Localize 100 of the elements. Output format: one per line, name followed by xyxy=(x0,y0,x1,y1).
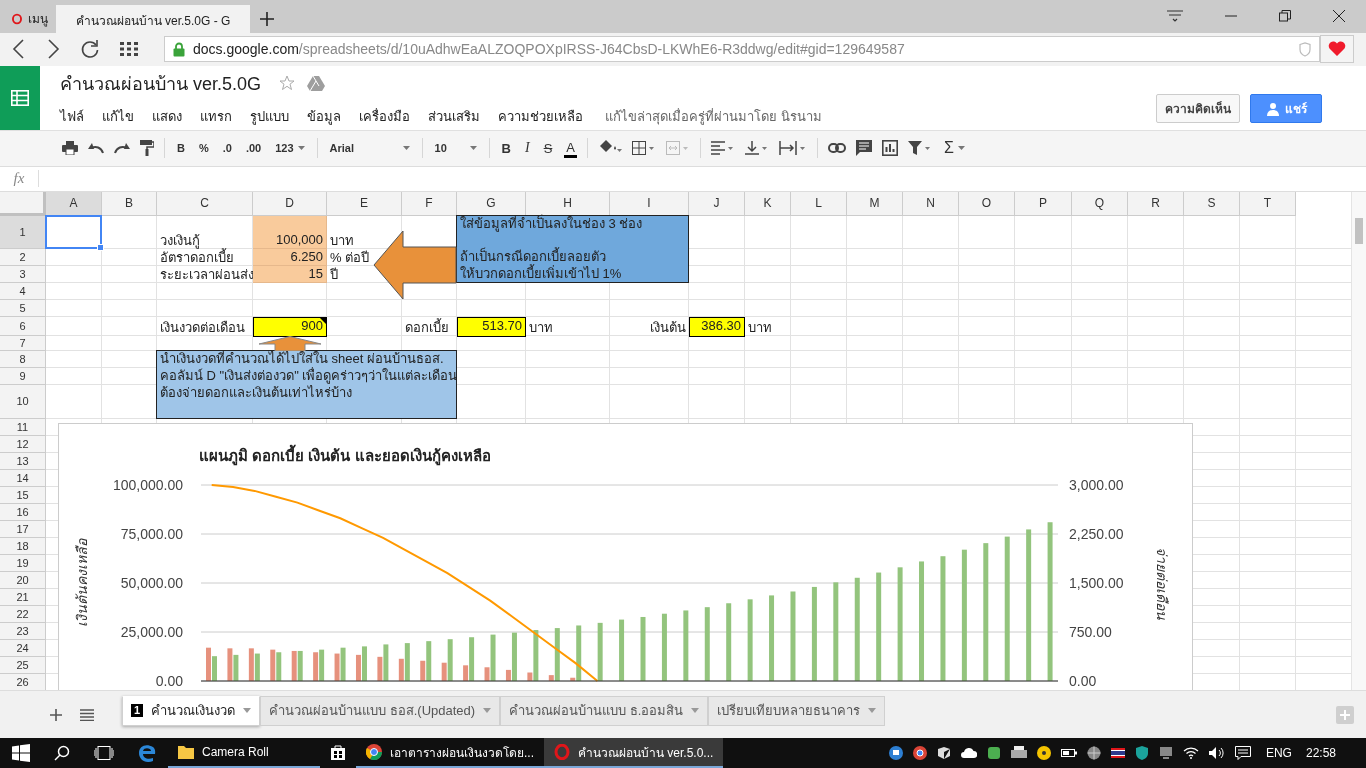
font-dropdown[interactable]: Arial xyxy=(327,140,412,157)
borders-icon[interactable] xyxy=(632,141,656,156)
column-header[interactable]: O xyxy=(959,191,1015,216)
restore-icon[interactable] xyxy=(1279,10,1291,23)
column-header[interactable]: F xyxy=(402,191,457,216)
text-style-button[interactable]: S xyxy=(541,138,555,158)
sheet-list-icon[interactable] xyxy=(80,708,94,721)
address-field[interactable]: docs.google.com/spreadsheets/d/10uAdhwEaALZOQPOXpIRSS-J64CbsD-LKWhE6-R3ddwg/edit#gid=129649587 xyxy=(164,36,1320,63)
shield-icon[interactable] xyxy=(1134,746,1149,760)
sheet-tab[interactable]: 1 คำนวณเงินงวด xyxy=(122,695,261,726)
wifi-icon[interactable] xyxy=(1182,747,1199,759)
box-icon[interactable] xyxy=(936,746,951,760)
align-left-icon[interactable] xyxy=(711,141,735,156)
document-title[interactable]: คำนวณผ่อนบ้าน ver.5.0G xyxy=(60,68,262,98)
format-button[interactable]: .0 xyxy=(220,140,234,157)
merge-cells-icon[interactable] xyxy=(666,141,690,156)
close-icon[interactable] xyxy=(1333,10,1345,23)
text-style-button[interactable]: I xyxy=(522,138,532,159)
printer-icon[interactable] xyxy=(1010,746,1027,760)
search-icon[interactable] xyxy=(54,745,70,761)
redo-icon[interactable] xyxy=(114,142,130,155)
reload-icon[interactable] xyxy=(80,39,100,60)
sheet-tab[interactable]: เปรียบเทียบหลายธนาคาร xyxy=(708,695,886,726)
column-header[interactable]: J xyxy=(689,191,745,216)
font-size-dropdown[interactable]: 10 xyxy=(432,140,479,157)
comments-button[interactable]: ความคิดเห็น xyxy=(1156,94,1240,124)
tray-app-icon[interactable] xyxy=(888,746,903,760)
monitor-icon[interactable] xyxy=(1158,746,1173,760)
format-button[interactable]: .00 xyxy=(243,140,264,157)
column-header[interactable]: G xyxy=(457,191,526,216)
number-format-dropdown[interactable]: 123 xyxy=(273,140,307,157)
tab-menu-icon[interactable] xyxy=(1167,9,1183,24)
menu-item[interactable]: แทรก xyxy=(200,105,232,127)
taskbar-app[interactable]: เอาตารางผ่อนเงินงวดโดย... xyxy=(356,738,544,768)
text-style-button[interactable]: B xyxy=(499,138,513,158)
windows-start-icon[interactable] xyxy=(12,744,30,762)
comment-icon[interactable] xyxy=(856,140,872,157)
link-icon[interactable] xyxy=(828,143,846,154)
undo-icon[interactable] xyxy=(88,142,104,155)
chart[interactable]: แผนภูมิ ดอกเบี้ย เงินต้น และยอดเงินกู้คงเหลือ 0.00 25,000.00 50,000.00 75,000.00 100,000.00 0.00 750.00 1,500.00 2,250.00 3,000.00 เงินต้นคงเหลือ จ่ายต่อเดือน xyxy=(58,422,1193,691)
column-header[interactable]: S xyxy=(1184,191,1240,216)
chart-icon[interactable] xyxy=(882,140,898,157)
globe-icon[interactable] xyxy=(1086,746,1101,760)
text-overflow-icon[interactable] xyxy=(779,141,807,156)
browser-tab[interactable]: คำนวณผ่อนบ้าน ver.5.0G - G xyxy=(56,4,250,33)
add-sheet-icon[interactable] xyxy=(50,708,62,721)
menu-item[interactable]: เครื่องมือ xyxy=(359,105,410,127)
text-style-button[interactable]: A xyxy=(564,138,577,159)
last-edit-link[interactable]: แก้ไขล่าสุดเมื่อครู่ที่ผ่านมาโดย นิรนาม xyxy=(605,105,822,127)
plus-icon[interactable] xyxy=(260,11,274,26)
menu-item[interactable]: รูปแบบ xyxy=(250,105,289,127)
sheets-logo[interactable] xyxy=(0,65,40,130)
column-header[interactable]: K xyxy=(745,191,791,216)
column-header[interactable]: N xyxy=(903,191,959,216)
column-header[interactable]: T xyxy=(1240,191,1296,216)
task-view-icon[interactable] xyxy=(94,746,114,760)
flag-icon[interactable] xyxy=(1110,746,1125,760)
row-header[interactable]: 1 xyxy=(0,215,46,249)
column-header[interactable]: L xyxy=(791,191,847,216)
column-header[interactable]: I xyxy=(610,191,689,216)
language-indicator[interactable]: ENG xyxy=(1265,746,1292,760)
column-header[interactable]: M xyxy=(847,191,903,216)
sheet-tab[interactable]: คำนวณผ่อนบ้านแบบ ธ.ออมสิน xyxy=(500,695,709,726)
column-header[interactable]: C xyxy=(157,191,253,216)
menu-item[interactable]: แก้ไข xyxy=(102,105,134,127)
scrollbar-thumb[interactable] xyxy=(1355,217,1363,244)
column-header[interactable]: P xyxy=(1015,191,1072,216)
column-header[interactable]: R xyxy=(1128,191,1184,216)
format-button[interactable]: % xyxy=(196,140,211,157)
browser-tab[interactable]: เมนู xyxy=(4,4,56,33)
column-header[interactable]: B xyxy=(102,191,157,216)
column-header[interactable]: D xyxy=(253,191,327,216)
menu-item[interactable]: ไฟล์ xyxy=(60,105,84,127)
menu-item[interactable]: ข้อมูล xyxy=(307,105,341,127)
cloud-icon[interactable] xyxy=(960,747,977,759)
disc-icon[interactable] xyxy=(1036,746,1051,760)
edge-browser-icon[interactable] xyxy=(138,744,156,762)
column-header[interactable]: E xyxy=(327,191,402,216)
round-browser-icon[interactable] xyxy=(912,746,927,760)
speed-dial-icon[interactable] xyxy=(120,42,138,57)
column-header[interactable]: A xyxy=(46,191,102,216)
sheet-tab[interactable]: คำนวณผ่อนบ้านแบบ ธอส.(Updated) xyxy=(260,695,501,726)
notification-icon[interactable] xyxy=(1234,746,1251,760)
star-icon[interactable] xyxy=(279,75,296,92)
clock[interactable]: 22:58 xyxy=(1305,746,1336,760)
format-button[interactable]: B xyxy=(175,140,187,157)
filter-icon[interactable] xyxy=(908,141,932,156)
back-icon[interactable] xyxy=(12,39,26,60)
print-icon[interactable] xyxy=(62,141,78,156)
heart-button[interactable] xyxy=(1320,35,1354,64)
speaker-icon[interactable] xyxy=(1208,747,1225,759)
taskbar-app[interactable]: Camera Roll xyxy=(168,738,320,768)
row-header[interactable]: 10 xyxy=(0,384,46,419)
forward-icon[interactable] xyxy=(46,39,60,60)
column-header[interactable]: Q xyxy=(1072,191,1128,216)
column-header[interactable]: H xyxy=(526,191,610,216)
paint-format-icon[interactable] xyxy=(140,140,154,157)
taskbar-app[interactable]: คำนวณผ่อนบ้าน ver.5.0... xyxy=(544,738,724,768)
align-bottom-icon[interactable] xyxy=(745,141,769,156)
menu-item[interactable]: แสดง xyxy=(152,105,182,127)
